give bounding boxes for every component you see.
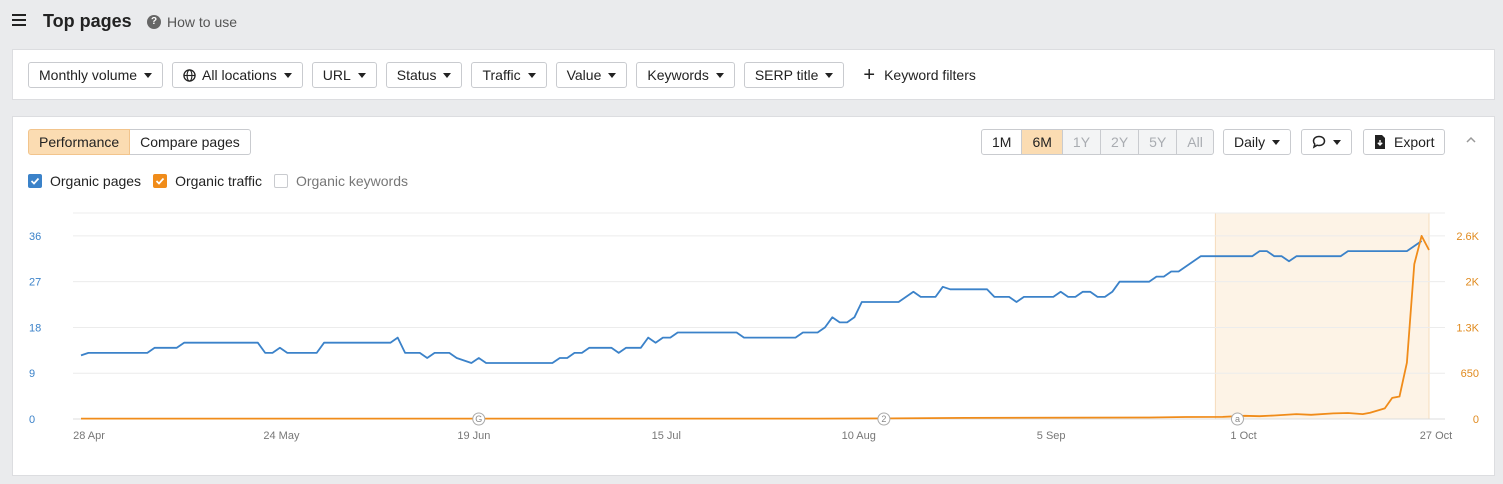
x-tick-label: 19 Jun — [457, 430, 490, 442]
hamburger-menu-icon[interactable] — [12, 14, 26, 26]
traffic-label: Traffic — [482, 67, 521, 83]
x-tick-label: 15 Jul — [652, 430, 681, 442]
plus-icon: + — [863, 64, 876, 86]
keywords-dropdown[interactable]: Keywords — [636, 62, 735, 88]
annotation-marker-label: 2 — [881, 414, 886, 424]
url-dropdown[interactable]: URL — [311, 62, 377, 88]
y-left-tick-label: 27 — [29, 277, 41, 289]
annotation-marker-label: G — [475, 414, 482, 424]
x-tick-label: 24 May — [263, 430, 300, 442]
how-to-use-link[interactable]: ? How to use — [147, 14, 237, 30]
monthly-volume-dropdown[interactable]: Monthly volume — [28, 62, 164, 88]
question-circle-icon: ? — [147, 15, 161, 29]
performance-chart-card: Performance Compare pages 1M 6M 1Y 2Y 5Y… — [12, 116, 1495, 476]
traffic-dropdown[interactable]: Traffic — [471, 62, 547, 88]
page-header: Top pages ? How to use — [0, 0, 1503, 44]
serp-title-label: SERP title — [754, 67, 819, 83]
caret-down-icon — [527, 72, 536, 78]
x-tick-label: 10 Aug — [842, 430, 876, 442]
locations-label: All locations — [202, 67, 277, 83]
locations-dropdown[interactable]: All locations — [172, 62, 303, 88]
globe-icon — [183, 68, 196, 82]
caret-down-icon — [283, 72, 292, 78]
serp-title-dropdown[interactable]: SERP title — [743, 62, 845, 88]
keyword-filters-button[interactable]: + Keyword filters — [863, 64, 976, 86]
y-right-tick-label: 0 — [1473, 414, 1479, 426]
url-label: URL — [322, 67, 351, 83]
y-right-tick-label: 1.3K — [1456, 322, 1479, 334]
y-left-tick-label: 36 — [29, 231, 41, 243]
status-label: Status — [396, 67, 437, 83]
y-right-tick-label: 2.6K — [1456, 231, 1479, 243]
how-to-use-label: How to use — [167, 14, 238, 30]
caret-down-icon — [443, 72, 452, 78]
page-title: Top pages — [43, 11, 132, 31]
keywords-label: Keywords — [647, 67, 709, 83]
value-dropdown[interactable]: Value — [555, 62, 628, 88]
keyword-filters-label: Keyword filters — [884, 67, 976, 83]
x-tick-label: 1 Oct — [1230, 430, 1256, 442]
highlight-region — [1215, 213, 1429, 419]
monthly-volume-label: Monthly volume — [39, 67, 138, 83]
x-tick-label: 27 Oct — [1420, 430, 1452, 442]
caret-down-icon — [144, 72, 153, 78]
y-right-tick-label: 2K — [1466, 277, 1480, 289]
y-left-tick-label: 18 — [29, 322, 41, 334]
status-dropdown[interactable]: Status — [385, 62, 463, 88]
caret-down-icon — [825, 72, 834, 78]
x-tick-label: 5 Sep — [1037, 430, 1066, 442]
y-left-tick-label: 0 — [29, 414, 35, 426]
annotation-marker-label: a — [1235, 414, 1240, 424]
value-label: Value — [566, 67, 602, 83]
caret-down-icon — [715, 72, 724, 78]
traffic-line-chart[interactable]: 0 0 9 650 18 1.3K 27 2K 36 2.6K 28 Apr 24 May 19 Jun… — [13, 117, 1494, 475]
caret-down-icon — [608, 72, 617, 78]
x-tick-label: 28 Apr — [73, 430, 105, 442]
y-left-tick-label: 9 — [29, 368, 35, 380]
caret-down-icon — [357, 72, 366, 78]
y-right-tick-label: 650 — [1461, 368, 1479, 380]
filter-bar: Monthly volume All locations URL Status … — [12, 49, 1495, 100]
